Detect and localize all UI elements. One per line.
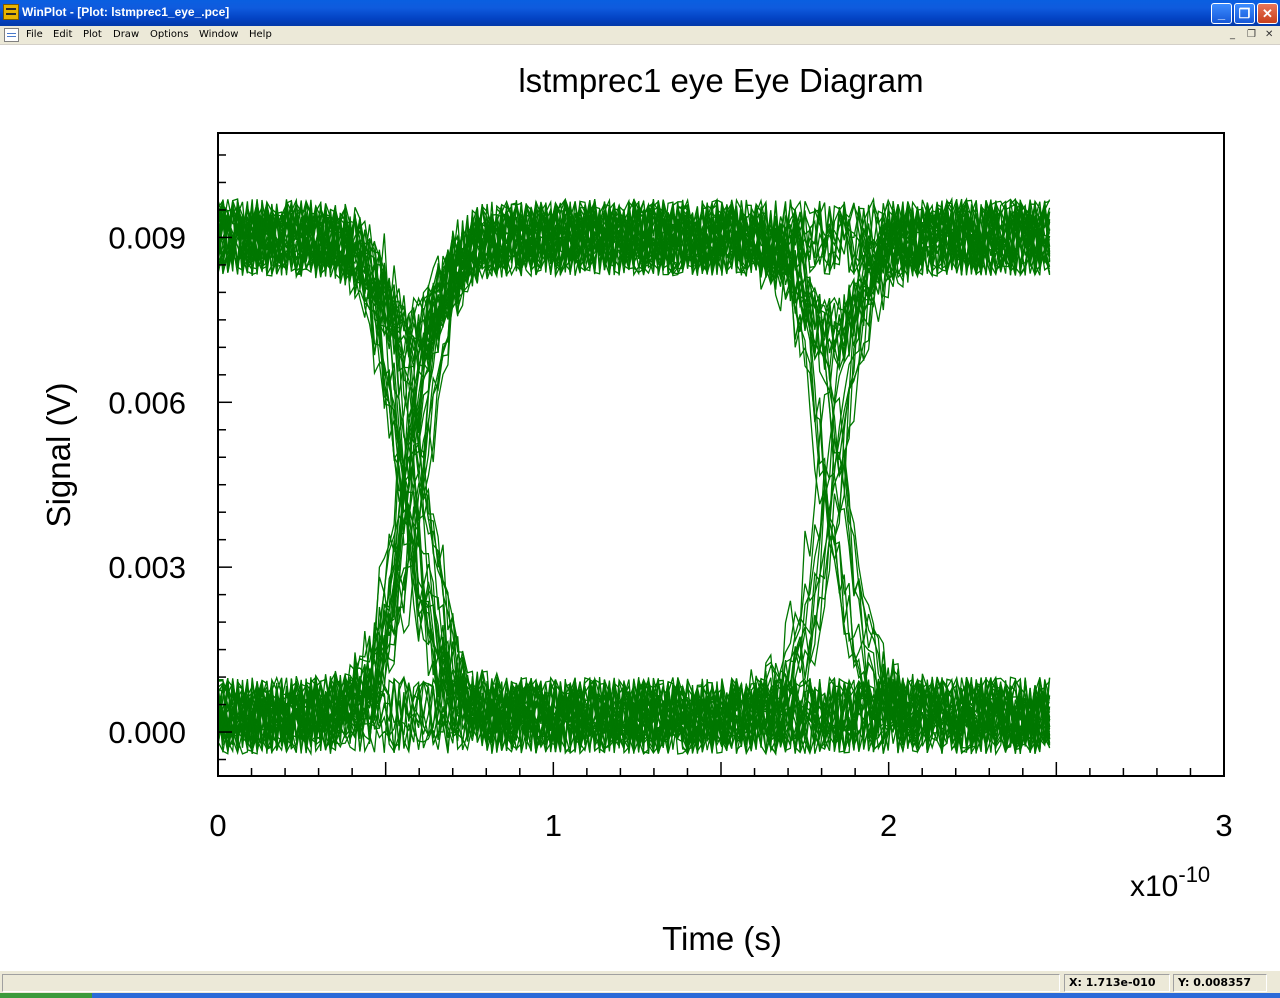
trace-line [217,205,1051,756]
trace-line [217,198,1050,753]
trace-line [217,204,1051,755]
app-icon[interactable] [3,4,19,20]
eye-traces [217,196,1051,757]
x-tick-label: 0 [209,808,226,843]
status-x-coordinate: X: 1.713e-010 [1064,974,1170,992]
trace-line [217,198,1051,754]
y-tick-label: 0.009 [108,220,186,255]
trace-line [217,200,1051,754]
y-tick-label: 0.000 [108,715,186,750]
trace-line [217,203,1051,754]
trace-line [217,198,1051,754]
title-bar: WinPlot - [Plot: lstmprec1_eye_.pce] _ ❐… [0,0,1280,26]
menu-plot[interactable]: Plot [83,29,102,40]
trace-line [217,199,1051,755]
trace-line [217,203,1051,755]
trace-line [217,199,1050,752]
mdi-minimize-icon[interactable]: _ [1230,29,1235,40]
x-multiplier-base: x10 [1130,870,1178,903]
trace-line [217,199,1051,756]
y-tick-label: 0.003 [108,550,186,585]
trace-line [217,199,1051,754]
restore-button[interactable]: ❐ [1234,3,1255,24]
x-axis-label: Time (s) [662,920,782,957]
menu-help[interactable]: Help [249,29,272,40]
trace-line [217,198,1051,754]
trace-line [217,199,1051,754]
status-y-coordinate: Y: 0.008357 [1173,974,1267,992]
trace-line [217,202,1051,753]
menu-window[interactable]: Window [199,29,238,40]
trace-line [217,197,1051,755]
trace-line [217,197,1051,753]
x-multiplier: x10-10 [1130,862,1210,903]
trace-line [217,211,1051,753]
trace-line [217,198,1051,748]
trace-line [217,198,1051,754]
trace-line [217,198,1051,753]
menu-edit[interactable]: Edit [53,29,72,40]
trace-line [217,200,1051,751]
window-title: WinPlot - [Plot: lstmprec1_eye_.pce] [22,5,230,19]
menu-options[interactable]: Options [150,29,189,40]
menu-file[interactable]: File [26,29,43,40]
trace-line [217,196,1051,753]
trace-line [217,200,1051,755]
x-tick-label: 3 [1215,808,1232,843]
trace-line [217,197,1051,754]
trace-line [217,207,1051,754]
close-button[interactable]: ✕ [1257,3,1278,24]
trace-line [217,199,1051,754]
mdi-restore-icon[interactable]: ❐ [1247,29,1256,40]
y-axis-label: Signal (V) [40,383,77,528]
trace-line [217,202,1051,754]
menu-bar: File Edit Plot Draw Options Window Help … [0,26,1280,45]
trace-line [217,201,1051,750]
x-tick-label: 1 [545,808,562,843]
minimize-icon: _ [1217,6,1226,21]
trace-line [217,197,1051,751]
trace-line [217,211,1051,756]
trace-line [217,200,1051,754]
eye-diagram-chart[interactable]: lstmprec1 eye Eye Diagram 0.000 0.003 0.00… [0,44,1280,970]
minimize-button[interactable]: _ [1211,3,1232,24]
mdi-close-icon[interactable]: ✕ [1265,29,1273,40]
trace-line [217,201,1051,756]
trace-line [217,199,1051,752]
restore-icon: ❐ [1238,6,1251,21]
trace-line [217,199,1051,752]
x-tick-label: 2 [880,808,897,843]
trace-line [217,199,1051,755]
close-icon: ✕ [1262,6,1273,21]
trace-line [217,200,1051,755]
chart-title: lstmprec1 eye Eye Diagram [518,62,923,99]
trace-line [217,196,1051,752]
document-icon[interactable] [4,28,19,42]
trace-line [217,201,1051,754]
x-multiplier-exponent: -10 [1178,862,1210,887]
taskbar-strip [0,993,1280,998]
menu-draw[interactable]: Draw [113,29,139,40]
trace-line [217,197,1050,754]
y-tick-label: 0.006 [108,385,186,420]
status-message-pane [2,974,1060,992]
